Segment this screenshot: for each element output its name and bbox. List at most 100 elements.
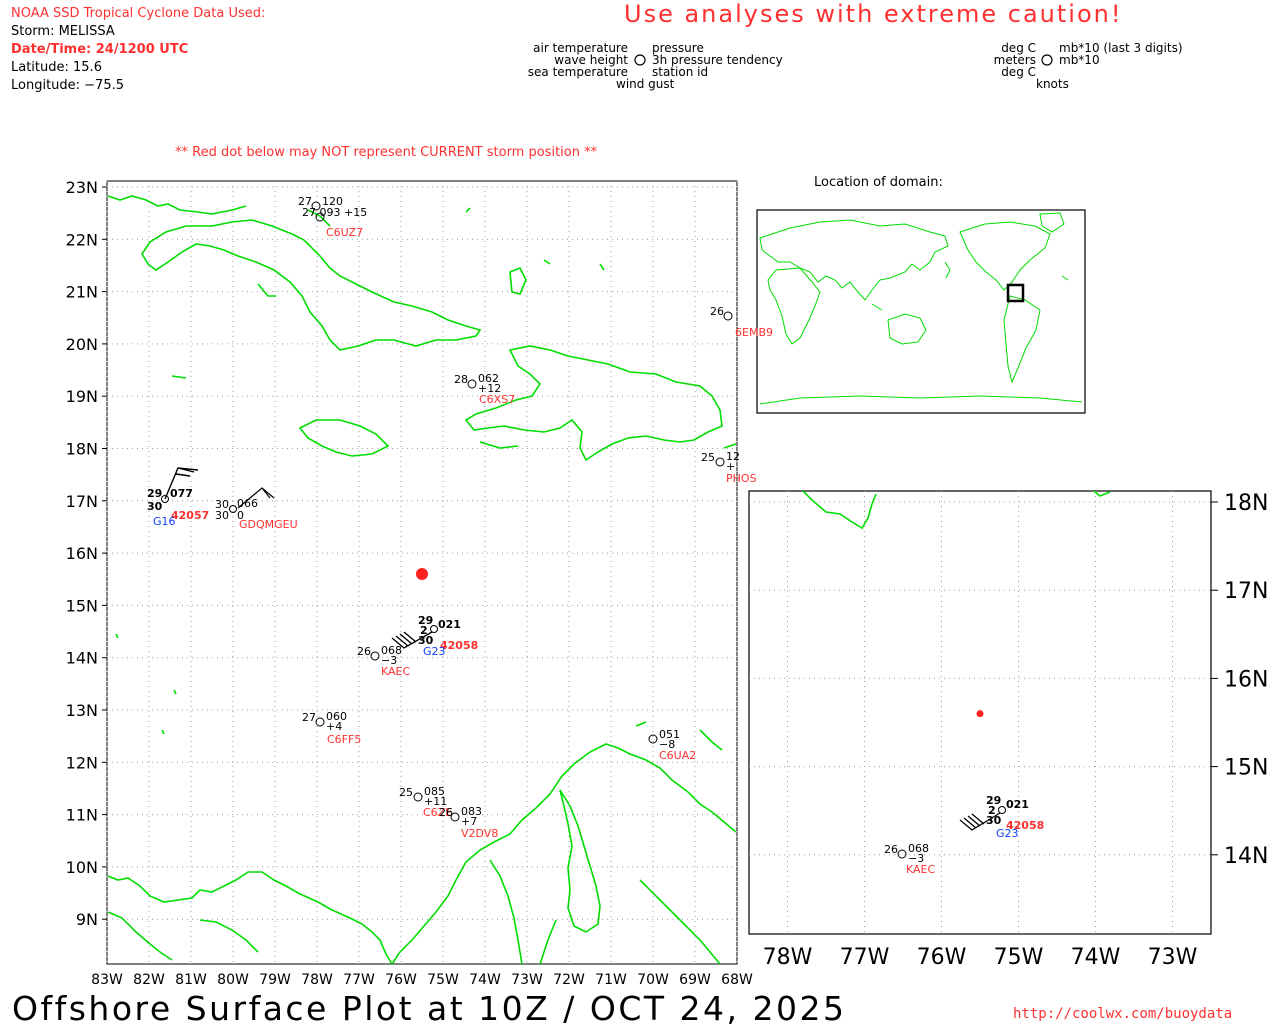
main-lat-label: 11N <box>66 806 98 825</box>
inset-lat-label: 17N <box>1224 579 1268 604</box>
world-map-frame <box>756 209 1086 414</box>
station-6emb9-air: 26 <box>710 305 724 318</box>
main-lon-label: 75W <box>427 972 459 988</box>
station-kaec-id: KAEC <box>381 665 410 678</box>
units-legend: deg C meters deg C mb*10 (last 3 digits)… <box>994 41 1183 91</box>
inset-lon-label: 73W <box>1148 945 1198 970</box>
main-lat-label: 20N <box>66 335 98 354</box>
main-lat-label: 18N <box>66 440 98 459</box>
station-phos-id: PHOS <box>726 472 757 485</box>
main-map: 23N 22N 21N 20N 19N 18N 17N 16N 15N 14N 13N 12N 11N 1… <box>66 178 773 988</box>
red-dot-note: ** Red dot below may NOT represent CURRE… <box>175 145 598 160</box>
inset-lat-label: 18N <box>1224 491 1268 516</box>
main-lon-label: 83W <box>91 972 123 988</box>
inset-lon-axis: 78W 77W 76W 75W 74W 73W <box>763 945 1198 970</box>
station-42058-sub-id: G23 <box>423 645 446 658</box>
station-6emb9-id: 6EMB9 <box>735 326 773 339</box>
main-lat-label: 9N <box>76 910 98 929</box>
main-lat-axis: 23N 22N 21N 20N 19N 18N 17N 16N 15N 14N 13N 12N 11N 1… <box>66 178 98 929</box>
main-lon-label: 73W <box>511 972 543 988</box>
station-model-legend: air temperature wave height sea temperat… <box>528 41 783 91</box>
station-c6ff5-tendency: +4 <box>326 720 342 733</box>
main-lat-label: 12N <box>66 753 98 772</box>
main-lat-label: 14N <box>66 649 98 668</box>
station-phos-air: 25 <box>701 451 715 464</box>
station-42057-air: 29 <box>147 487 162 500</box>
station-c6ua2-id: C6UA2 <box>659 749 696 762</box>
inset-lat-label: 14N <box>1224 844 1268 869</box>
station-c6xs7-air: 28 <box>454 373 468 386</box>
units-mb10: mb*10 <box>1059 53 1100 67</box>
main-lat-label: 23N <box>66 178 98 197</box>
source-url-link[interactable]: http://coolwx.com/buoydata <box>1013 1006 1232 1022</box>
storm-name: Storm: MELISSA <box>11 24 115 39</box>
inset-lat-label: 15N <box>1224 756 1268 781</box>
source-title: NOAA SSD Tropical Cyclone Data Used: <box>11 6 265 21</box>
inset-42058-sea: 30 <box>986 814 1002 827</box>
main-lon-label: 79W <box>259 972 291 988</box>
plot-title: Offshore Surface Plot at 10Z / OCT 24, 2… <box>12 989 847 1024</box>
station-c6xs7-id: C6XS7 <box>479 393 515 406</box>
station-42057-pressure: 077 <box>170 487 193 500</box>
surface-plot-canvas: NOAA SSD Tropical Cyclone Data Used: Sto… <box>11 0 1268 1024</box>
station-c6ff5-air: 27 <box>302 711 316 724</box>
station-42057-sea: 30 <box>147 500 163 513</box>
storm-datetime: Date/Time: 24/1200 UTC <box>11 42 188 57</box>
main-lon-label: 80W <box>217 972 249 988</box>
main-lat-label: 16N <box>66 544 98 563</box>
inset-map: 18N17N16N15N14N 78W 77W 76W 75W 74W 73W 29 02… <box>748 490 1268 970</box>
station-kaec-air: 26 <box>357 645 371 658</box>
main-lat-label: 13N <box>66 701 98 720</box>
inset-lon-label: 76W <box>917 945 967 970</box>
station-c6uz7-id: C6UZ7 <box>326 226 363 239</box>
inset-kaec-id: KAEC <box>906 863 935 876</box>
main-lon-label: 72W <box>553 972 585 988</box>
inset-storm-position-dot <box>976 710 984 718</box>
inset-lon-label: 74W <box>1071 945 1121 970</box>
main-lon-label: 69W <box>679 972 711 988</box>
main-lat-label: 22N <box>66 230 98 249</box>
main-lon-label: 71W <box>595 972 627 988</box>
main-lat-label: 21N <box>66 283 98 302</box>
station-v2dv8-id: V2DV8 <box>461 827 498 840</box>
main-lon-label: 68W <box>721 972 753 988</box>
main-lat-label: 17N <box>66 492 98 511</box>
world-locator-map <box>756 209 1086 414</box>
station-42058-pressure: 021 <box>438 618 461 631</box>
storm-latitude: Latitude: 15.6 <box>11 60 102 75</box>
units-deg-c-bottom: deg C <box>1001 65 1036 79</box>
main-lon-label: 78W <box>301 972 333 988</box>
units-station-circle-icon <box>1041 54 1053 66</box>
main-lon-label: 76W <box>385 972 417 988</box>
station-42057-id: 42057 <box>171 509 209 522</box>
station-v2dv8-extra: 26 <box>439 806 453 819</box>
inset-42058-sub-id: G23 <box>996 827 1019 840</box>
main-lon-label: 77W <box>343 972 375 988</box>
inset-lat-axis: 18N 17N 16N 15N 14N <box>1224 491 1268 869</box>
inset-lon-label: 75W <box>994 945 1044 970</box>
caution-banner: Use analyses with extreme caution! <box>624 0 1122 28</box>
main-lat-label: 10N <box>66 858 98 877</box>
station-gdqmgeu-sea: 30 <box>215 509 229 522</box>
main-lon-axis: 83W 82W 81W 80W 79W 78W 77W 76W 75W 74W 73W 72W 71W 7… <box>91 972 753 988</box>
storm-longitude: Longitude: −75.5 <box>11 78 124 93</box>
main-lon-label: 81W <box>175 972 207 988</box>
main-lon-label: 82W <box>133 972 165 988</box>
main-lat-label: 19N <box>66 387 98 406</box>
storm-position-dot <box>416 568 428 581</box>
location-title: Location of domain: <box>814 175 943 190</box>
legend-sea-temperature: sea temperature <box>528 65 628 79</box>
legend-station-circle-icon <box>634 54 646 66</box>
main-lon-label: 74W <box>469 972 501 988</box>
inset-lat-label: 16N <box>1224 667 1268 692</box>
inset-42058-pressure: 021 <box>1006 798 1029 811</box>
station-42058-id: 42058 <box>440 639 478 652</box>
station-c6ff5-id: C6FF5 <box>327 733 361 746</box>
station-gdqmgeu-id: GDQMGEU <box>239 518 298 531</box>
inset-kaec-air: 26 <box>884 843 898 856</box>
main-lat-label: 15N <box>66 596 98 615</box>
legend-wind-gust: wind gust <box>616 77 675 91</box>
inset-lon-label: 77W <box>840 945 890 970</box>
inset-lon-label: 78W <box>763 945 813 970</box>
station-c6ze-air: 25 <box>399 786 413 799</box>
